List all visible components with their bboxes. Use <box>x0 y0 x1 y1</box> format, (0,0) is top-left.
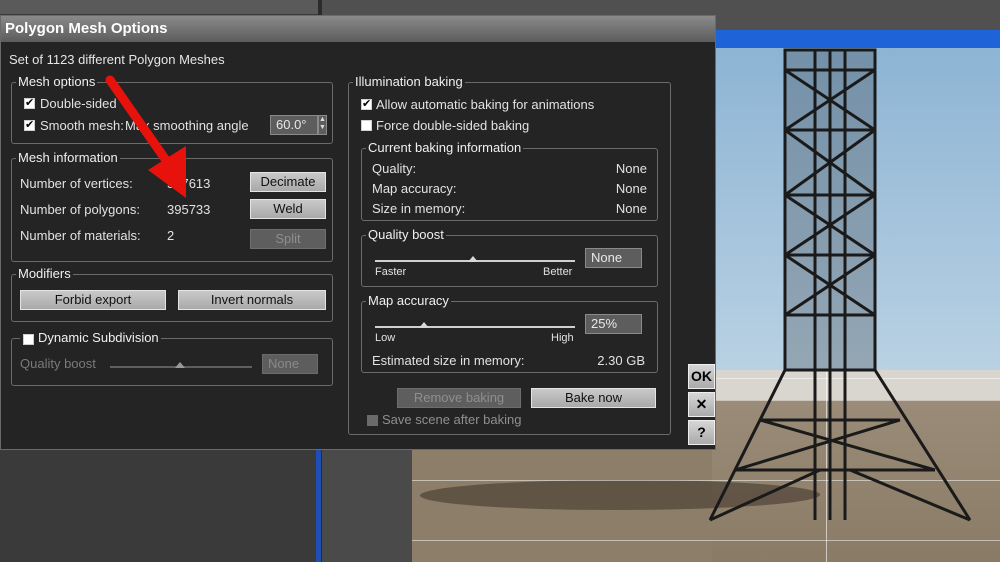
map-accuracy-min-label: Low <box>375 332 396 344</box>
auto-baking-checkbox[interactable] <box>361 97 372 110</box>
quality-boost-value[interactable]: None <box>585 248 642 268</box>
current-baking-info-group: Current baking information Quality: None… <box>361 140 658 221</box>
quality-boost-slider-thumb[interactable] <box>468 256 478 262</box>
double-sided-checkbox[interactable] <box>24 96 35 109</box>
subdivision-quality-value[interactable]: None <box>262 354 318 374</box>
map-accuracy-slider[interactable] <box>375 326 575 328</box>
smoothing-angle-spinner[interactable]: ▲ ▼ <box>318 115 327 135</box>
ok-button[interactable]: OK <box>688 364 715 389</box>
modifiers-title: Modifiers <box>16 266 73 282</box>
baking-map-accuracy-label: Map accuracy: <box>372 181 457 196</box>
map-accuracy-max-label: High <box>551 332 574 344</box>
invert-normals-button[interactable]: Invert normals <box>178 290 326 310</box>
bake-now-button[interactable]: Bake now <box>531 388 656 408</box>
dynamic-subdivision-title: Dynamic Subdivision <box>20 330 161 346</box>
quality-boost-group: Quality boost Faster Better None <box>361 227 658 287</box>
illumination-baking-title: Illumination baking <box>353 74 465 90</box>
dialog-title[interactable]: Polygon Mesh Options <box>1 16 715 42</box>
quality-boost-title: Quality boost <box>366 227 446 243</box>
tower-model <box>708 48 972 522</box>
decimate-button[interactable]: Decimate <box>250 172 326 192</box>
split-button[interactable]: Split <box>250 229 326 249</box>
save-scene-label: Save scene after baking <box>382 412 522 427</box>
estimated-size-label: Estimated size in memory: <box>372 353 525 368</box>
help-button[interactable]: ? <box>688 420 715 445</box>
mesh-options-title: Mesh options <box>16 74 98 90</box>
dynamic-subdivision-group: Dynamic Subdivision Quality boost None <box>11 330 333 386</box>
close-button[interactable]: ✕ <box>688 392 715 417</box>
annotation-arrow-icon <box>105 75 186 198</box>
materials-value: 2 <box>167 228 175 243</box>
forbid-export-button[interactable]: Forbid export <box>20 290 166 310</box>
baking-quality-label: Quality: <box>372 161 417 176</box>
smoothing-angle-input[interactable]: 60.0° <box>270 115 318 135</box>
viewport-left-header <box>0 0 318 14</box>
viewport-active-border-left <box>316 448 321 562</box>
modifiers-group: Modifiers Forbid export Invert normals <box>11 266 333 322</box>
force-double-sided-label: Force double-sided baking <box>376 118 530 133</box>
materials-label: Number of materials: <box>20 228 141 243</box>
baking-map-accuracy-value: None <box>615 181 647 196</box>
map-accuracy-group: Map accuracy Low High 25% Estimated size… <box>361 293 658 373</box>
smooth-mesh-checkbox[interactable] <box>24 118 35 131</box>
auto-baking-label: Allow automatic baking for animations <box>376 97 595 112</box>
remove-baking-button[interactable]: Remove baking <box>397 388 521 408</box>
weld-button[interactable]: Weld <box>250 199 326 219</box>
subdivision-quality-slider-thumb[interactable] <box>175 362 185 368</box>
baking-quality-value: None <box>615 161 647 176</box>
map-accuracy-slider-thumb[interactable] <box>419 322 429 328</box>
dialog-subtitle: Set of 1123 different Polygon Meshes <box>9 52 225 67</box>
baking-size-value: None <box>615 201 647 216</box>
save-scene-checkbox[interactable] <box>367 415 378 426</box>
quality-boost-min-label: Faster <box>375 266 407 278</box>
dynamic-subdivision-label: Dynamic Subdivision <box>38 330 159 345</box>
illumination-baking-group: Illumination baking Allow automatic baki… <box>348 74 671 435</box>
force-double-sided-checkbox[interactable] <box>361 120 372 131</box>
polygons-value: 395733 <box>167 202 211 217</box>
map-accuracy-title: Map accuracy <box>366 293 451 309</box>
estimated-size-value: 2.30 GB <box>597 353 645 368</box>
quality-boost-max-label: Better <box>543 266 573 278</box>
current-baking-info-title: Current baking information <box>366 140 524 156</box>
map-accuracy-value[interactable]: 25% <box>585 314 642 334</box>
baking-size-label: Size in memory: <box>372 201 466 216</box>
dynamic-subdivision-checkbox[interactable] <box>23 334 34 345</box>
viewport-ground-left <box>322 448 412 562</box>
subdivision-quality-boost-label: Quality boost <box>20 356 96 371</box>
polygons-label: Number of polygons: <box>20 202 140 217</box>
